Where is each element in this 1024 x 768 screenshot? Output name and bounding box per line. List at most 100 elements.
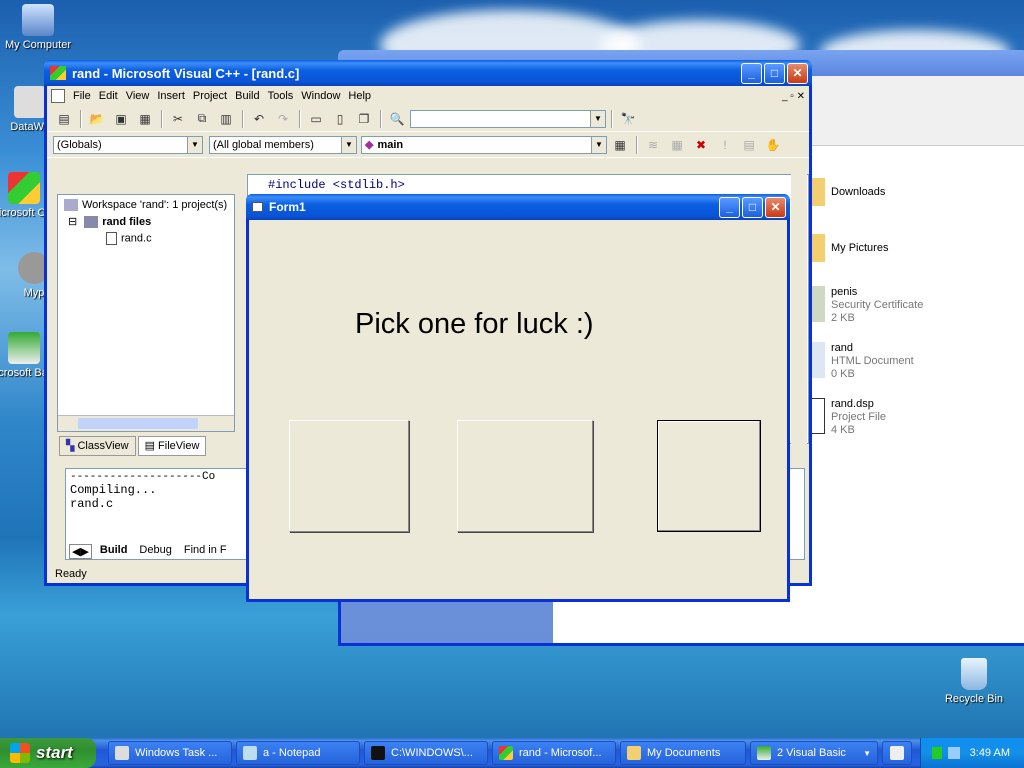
start-button[interactable]: start bbox=[0, 738, 96, 768]
taskbar: start Windows Task ... a - Notepad C:\WI… bbox=[0, 738, 1024, 768]
chevron-down-icon[interactable]: ▼ bbox=[591, 136, 606, 153]
workspace-tree[interactable]: Workspace 'rand': 1 project(s) ⊟ rand fi… bbox=[57, 194, 235, 432]
vcpp-titlebar[interactable]: rand - Microsoft Visual C++ - [rand.c] _… bbox=[44, 60, 812, 86]
menu-edit[interactable]: Edit bbox=[95, 90, 122, 102]
execute-icon[interactable]: ! bbox=[714, 135, 736, 155]
save-all-icon[interactable]: ▦ bbox=[134, 109, 156, 129]
classview-icon: ▚ bbox=[66, 440, 75, 452]
fileview-icon: ▤ bbox=[144, 440, 156, 452]
menu-build[interactable]: Build bbox=[231, 90, 263, 102]
clock[interactable]: 3:49 AM bbox=[970, 747, 1010, 759]
mdi-controls[interactable]: _ ▫ ✕ bbox=[778, 91, 809, 102]
folder-icon bbox=[811, 178, 825, 206]
standard-toolbar: ▤ 📂 ▣ ▦ ✂ ⧉ ▥ ↶ ↷ ▭ ▯ ❐ 🔍 ▼ 🔭 bbox=[47, 106, 809, 132]
new-file-icon[interactable]: ▤ bbox=[53, 109, 75, 129]
taskbar-button-my-documents[interactable]: My Documents bbox=[620, 741, 746, 765]
function-icon: ◆ bbox=[365, 139, 374, 151]
find-icon[interactable]: 🔭 bbox=[617, 109, 639, 129]
function-combo[interactable]: ◆ main ▼ bbox=[361, 135, 607, 154]
window-list-icon[interactable]: ❐ bbox=[353, 109, 375, 129]
network-icon[interactable] bbox=[947, 747, 960, 759]
globals-combo[interactable]: (Globals) ▼ bbox=[53, 135, 203, 154]
menu-tools[interactable]: Tools bbox=[264, 90, 298, 102]
form1-window[interactable]: Form1 _ □ ✕ Pick one for luck :) bbox=[246, 194, 790, 602]
chevron-down-icon[interactable]: ▼ bbox=[590, 110, 605, 127]
tab-fileview[interactable]: ▤ FileView bbox=[137, 436, 207, 456]
menu-insert[interactable]: Insert bbox=[153, 90, 189, 102]
workspace-tabs: ▚ ClassView ▤ FileView bbox=[59, 436, 207, 456]
tray-icon-green[interactable] bbox=[931, 747, 942, 759]
tab-build[interactable]: Build bbox=[96, 544, 132, 559]
minimize-button[interactable]: _ bbox=[719, 196, 740, 218]
tab-scroll-left[interactable]: ◀▶ bbox=[69, 544, 92, 559]
menu-view[interactable]: View bbox=[122, 90, 154, 102]
form-icon bbox=[252, 202, 263, 212]
copy-icon[interactable]: ⧉ bbox=[191, 109, 213, 129]
workspace-icon[interactable]: ▭ bbox=[305, 109, 327, 129]
maximize-button[interactable]: □ bbox=[764, 62, 785, 84]
scroll-thumb[interactable] bbox=[78, 418, 198, 429]
vb-icon bbox=[8, 332, 40, 364]
tab-debug[interactable]: Debug bbox=[135, 544, 175, 559]
luck-button-3[interactable] bbox=[657, 420, 761, 532]
build-icon[interactable]: ▦ bbox=[666, 135, 688, 155]
folder-icon bbox=[84, 216, 99, 229]
form1-titlebar[interactable]: Form1 _ □ ✕ bbox=[246, 194, 790, 220]
taskbar-button-visual-basic-group[interactable]: 2 Visual Basic ▼ bbox=[750, 741, 878, 765]
chevron-down-icon[interactable]: ▼ bbox=[341, 136, 356, 153]
tab-classview[interactable]: ▚ ClassView bbox=[59, 436, 136, 456]
save-icon[interactable]: ▣ bbox=[110, 109, 132, 129]
tab-find-in-files[interactable]: Find in F bbox=[180, 544, 231, 559]
taskbar-button-cmd[interactable]: C:\WINDOWS\... bbox=[364, 741, 488, 765]
output-icon[interactable]: ▯ bbox=[329, 109, 351, 129]
chevron-down-icon[interactable]: ▼ bbox=[187, 136, 202, 153]
wizard-action-icon[interactable]: ▦ bbox=[609, 135, 631, 155]
wizard-bar: (Globals) ▼ (All global members) ▼ ◆ main ▼… bbox=[47, 132, 809, 158]
tree-item-project[interactable]: ⊟ rand files bbox=[68, 215, 151, 229]
undo-icon[interactable]: ↶ bbox=[248, 109, 270, 129]
workspace-hscrollbar[interactable] bbox=[58, 415, 234, 431]
computer-icon bbox=[22, 4, 54, 36]
compile-icon[interactable]: ≋ bbox=[642, 135, 664, 155]
desktop-icon-recycle-bin[interactable]: Recycle Bin bbox=[936, 658, 1012, 705]
open-folder-icon[interactable]: 📂 bbox=[86, 109, 108, 129]
redo-icon[interactable]: ↷ bbox=[272, 109, 294, 129]
menu-window[interactable]: Window bbox=[297, 90, 344, 102]
maximize-button[interactable]: □ bbox=[742, 196, 763, 218]
find-in-files-icon[interactable]: 🔍 bbox=[386, 109, 408, 129]
taskbar-button-keyboard[interactable] bbox=[882, 741, 912, 765]
output-tabs: ◀▶ Build Debug Find in F bbox=[69, 544, 231, 559]
menu-file[interactable]: File bbox=[69, 90, 95, 102]
document-icon bbox=[51, 89, 65, 103]
desktop-icon-my-computer[interactable]: My Computer bbox=[0, 4, 76, 51]
windows-flag-icon bbox=[10, 743, 30, 763]
luck-button-1[interactable] bbox=[289, 420, 409, 532]
taskbar-button-vcpp[interactable]: rand - Microsof... bbox=[492, 741, 616, 765]
menu-bar: File Edit View Insert Project Build Tool… bbox=[47, 86, 809, 106]
breakpoint-hand-icon[interactable]: ✋ bbox=[762, 135, 784, 155]
members-combo[interactable]: (All global members) ▼ bbox=[209, 135, 357, 154]
cut-icon[interactable]: ✂ bbox=[167, 109, 189, 129]
paste-icon[interactable]: ▥ bbox=[215, 109, 237, 129]
taskbar-button-notepad[interactable]: a - Notepad bbox=[236, 741, 360, 765]
tree-item-file[interactable]: rand.c bbox=[106, 232, 152, 245]
vcpp-app-icon bbox=[50, 66, 66, 80]
luck-button-2[interactable] bbox=[457, 420, 593, 532]
go-icon[interactable]: ▤ bbox=[738, 135, 760, 155]
close-button[interactable]: ✕ bbox=[765, 196, 786, 218]
folder-icon bbox=[811, 234, 825, 262]
status-bar: Ready bbox=[55, 568, 87, 580]
stop-build-icon[interactable]: ✖ bbox=[690, 135, 712, 155]
menu-project[interactable]: Project bbox=[189, 90, 231, 102]
keyboard-icon bbox=[890, 746, 904, 760]
find-combo[interactable]: ▼ bbox=[410, 109, 606, 128]
app-icon bbox=[14, 86, 46, 118]
editor-vscrollbar[interactable] bbox=[791, 174, 807, 444]
tree-item-workspace[interactable]: Workspace 'rand': 1 project(s) bbox=[64, 199, 227, 212]
close-button[interactable]: ✕ bbox=[787, 62, 808, 84]
taskbar-button-task-manager[interactable]: Windows Task ... bbox=[108, 741, 232, 765]
minimize-button[interactable]: _ bbox=[741, 62, 762, 84]
collapse-icon[interactable]: ⊟ bbox=[68, 216, 77, 228]
menu-help[interactable]: Help bbox=[344, 90, 375, 102]
chevron-down-icon: ▼ bbox=[863, 748, 871, 758]
